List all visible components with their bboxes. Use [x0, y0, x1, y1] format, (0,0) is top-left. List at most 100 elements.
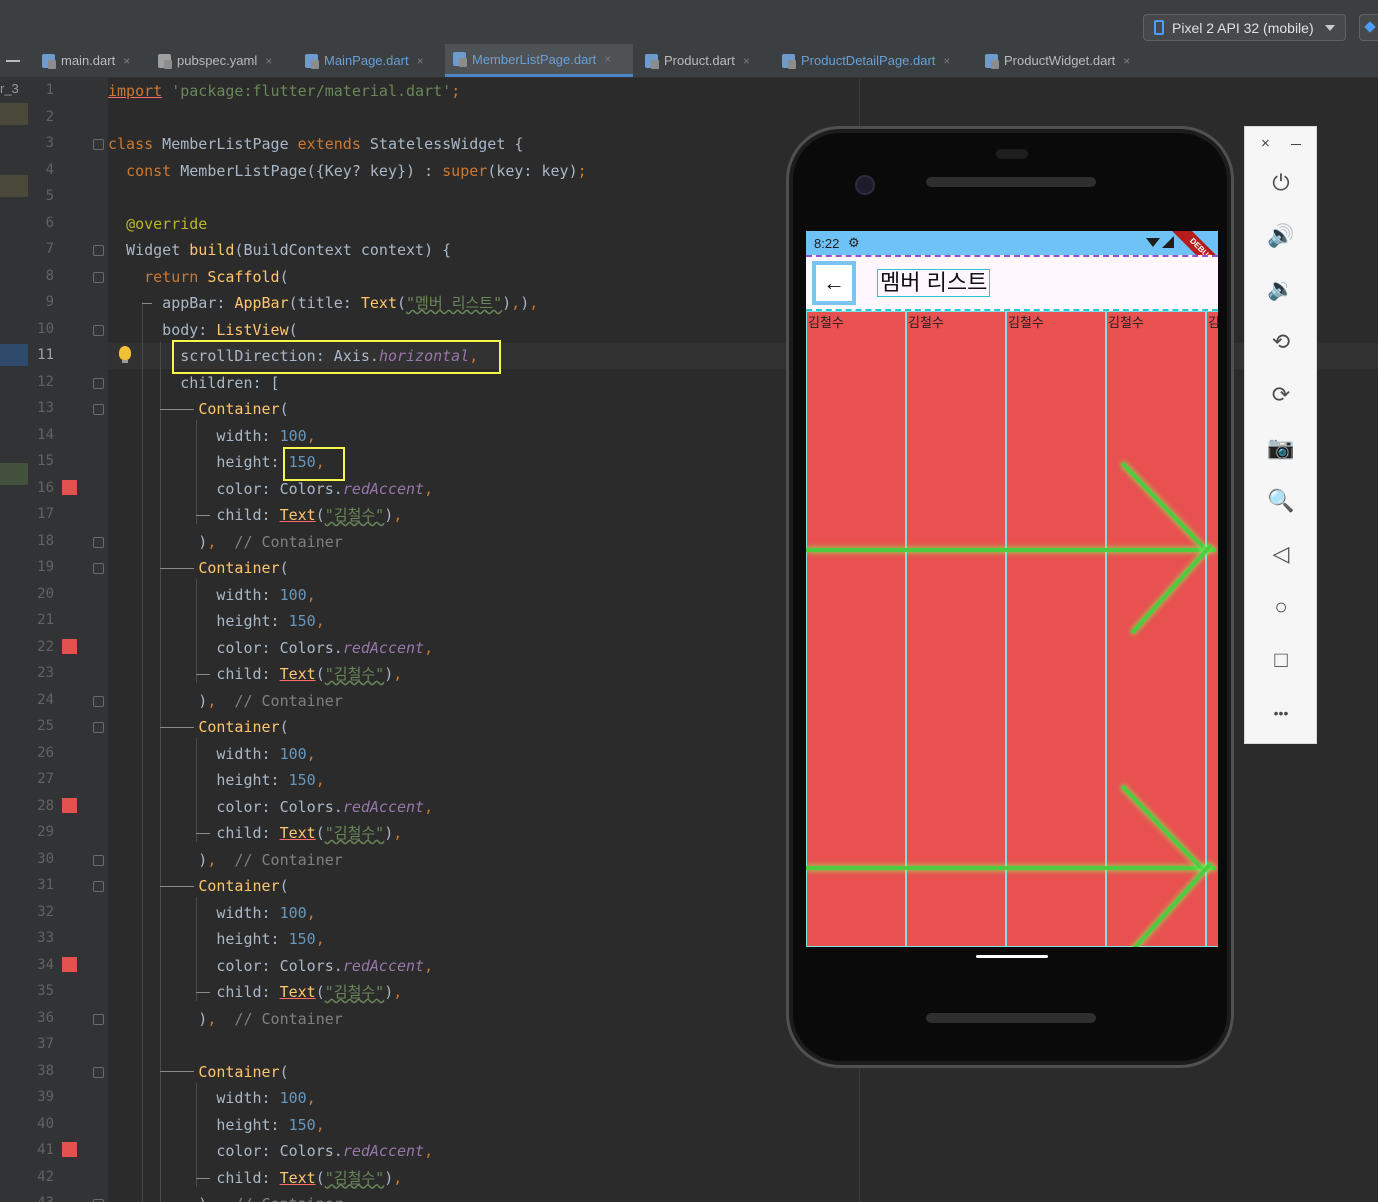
- fold-icon[interactable]: [93, 377, 104, 389]
- line-number[interactable]: 11: [30, 347, 54, 363]
- fold-icon[interactable]: [93, 245, 104, 256]
- code-line[interactable]: width: 100,: [108, 741, 315, 767]
- color-swatch-icon[interactable]: [62, 797, 77, 813]
- line-number[interactable]: 14: [30, 427, 54, 443]
- line-number[interactable]: 24: [30, 692, 54, 708]
- back-icon[interactable]: ◁: [1268, 541, 1294, 567]
- device-selector-dropdown[interactable]: Pixel 2 API 32 (mobile): [1143, 14, 1346, 41]
- line-number[interactable]: 35: [30, 983, 54, 999]
- fold-icon[interactable]: [93, 324, 104, 336]
- rotate-left-icon[interactable]: ⟲: [1268, 329, 1294, 355]
- line-number[interactable]: 39: [30, 1089, 54, 1105]
- line-number[interactable]: 16: [30, 480, 54, 496]
- code-line[interactable]: @override: [108, 211, 207, 237]
- color-swatch-icon[interactable]: [62, 1142, 77, 1157]
- close-icon[interactable]: ×: [417, 54, 424, 68]
- code-line[interactable]: ), // Container: [108, 529, 343, 555]
- line-number[interactable]: 20: [30, 586, 54, 602]
- tab-main-dart[interactable]: main.dart ×: [34, 44, 130, 77]
- code-line[interactable]: Container(: [108, 1059, 288, 1085]
- code-line[interactable]: ), // Container: [108, 1191, 343, 1202]
- code-line[interactable]: Container(: [108, 555, 288, 581]
- line-number[interactable]: 7: [30, 241, 54, 257]
- line-number[interactable]: 6: [30, 215, 54, 231]
- fold-icon[interactable]: [93, 1013, 104, 1025]
- fold-icon[interactable]: [93, 722, 104, 733]
- code-line[interactable]: child: Text("김철수"),: [108, 1165, 402, 1191]
- line-number[interactable]: 26: [30, 745, 54, 761]
- fold-icon[interactable]: [93, 881, 104, 892]
- line-number[interactable]: 32: [30, 904, 54, 920]
- line-number[interactable]: 3: [30, 135, 54, 151]
- code-line[interactable]: height: 150,: [108, 767, 324, 793]
- color-swatch-icon[interactable]: [62, 956, 77, 972]
- line-number[interactable]: 13: [30, 400, 54, 416]
- code-line[interactable]: width: 100,: [108, 1085, 315, 1111]
- line-number[interactable]: 43: [30, 1195, 54, 1202]
- tab-productdetailpage-dart[interactable]: ProductDetailPage.dart ×: [774, 44, 950, 77]
- line-number[interactable]: 12: [30, 374, 54, 390]
- home-icon[interactable]: ○: [1268, 594, 1294, 620]
- tab-pubspec-yaml[interactable]: pubspec.yaml ×: [150, 44, 272, 77]
- line-number[interactable]: 29: [30, 824, 54, 840]
- line-number[interactable]: 28: [30, 798, 54, 814]
- line-number[interactable]: 42: [30, 1169, 54, 1185]
- fold-icon[interactable]: [93, 563, 104, 574]
- fold-icon[interactable]: [93, 271, 104, 283]
- close-icon[interactable]: ×: [604, 52, 611, 66]
- line-number[interactable]: 27: [30, 771, 54, 787]
- gesture-nav-pill[interactable]: [976, 955, 1048, 958]
- line-number[interactable]: 5: [30, 188, 54, 204]
- line-number[interactable]: 9: [30, 294, 54, 310]
- line-number[interactable]: 36: [30, 1010, 54, 1026]
- line-number[interactable]: 41: [30, 1142, 54, 1158]
- flutter-action-button[interactable]: [1359, 14, 1378, 41]
- close-icon[interactable]: ×: [265, 54, 272, 68]
- code-line[interactable]: ), // Container: [108, 847, 343, 873]
- tab-mainpage-dart[interactable]: MainPage.dart ×: [297, 44, 424, 77]
- code-line[interactable]: height: 150,: [108, 608, 324, 634]
- line-number[interactable]: 40: [30, 1116, 54, 1132]
- camera-icon[interactable]: 📷: [1267, 435, 1294, 461]
- code-line[interactable]: appBar: AppBar(title: Text("멤버 리스트"),),: [108, 290, 538, 316]
- code-line[interactable]: child: Text("김철수"),: [108, 820, 402, 846]
- line-number[interactable]: 1: [30, 82, 54, 98]
- line-number[interactable]: 34: [30, 957, 54, 973]
- code-line[interactable]: color: Colors.redAccent,: [108, 635, 433, 661]
- back-arrow-icon[interactable]: ←: [812, 261, 856, 305]
- code-line[interactable]: Widget build(BuildContext context) {: [108, 237, 451, 263]
- color-swatch-icon[interactable]: [62, 479, 77, 495]
- code-line[interactable]: child: Text("김철수"),: [108, 979, 402, 1005]
- code-line[interactable]: ), // Container: [108, 1006, 343, 1032]
- volume-down-icon[interactable]: 🔉: [1267, 276, 1294, 302]
- line-number[interactable]: 15: [30, 453, 54, 469]
- volume-up-icon[interactable]: 🔊: [1267, 223, 1294, 249]
- tab-product-dart[interactable]: Product.dart ×: [637, 44, 750, 77]
- line-number[interactable]: 38: [30, 1063, 54, 1079]
- line-number[interactable]: 30: [30, 851, 54, 867]
- code-line[interactable]: width: 100,: [108, 900, 315, 926]
- close-icon[interactable]: ×: [743, 54, 750, 68]
- line-number[interactable]: 21: [30, 612, 54, 628]
- line-number[interactable]: 23: [30, 665, 54, 681]
- line-number[interactable]: 25: [30, 718, 54, 734]
- more-icon[interactable]: •••: [1268, 700, 1294, 726]
- zoom-icon[interactable]: 🔍: [1267, 488, 1294, 514]
- power-icon[interactable]: ⏻: [1268, 170, 1294, 196]
- line-number[interactable]: 18: [30, 533, 54, 549]
- code-line[interactable]: ), // Container: [108, 688, 343, 714]
- line-number[interactable]: 2: [30, 109, 54, 125]
- code-line[interactable]: child: Text("김철수"),: [108, 502, 402, 528]
- code-line[interactable]: color: Colors.redAccent,: [108, 953, 433, 979]
- code-line[interactable]: Container(: [108, 714, 288, 740]
- code-line[interactable]: const MemberListPage({Key? key}) : super…: [108, 158, 587, 184]
- minimize-icon[interactable]: [1291, 144, 1301, 145]
- tab-memberlistpage-dart[interactable]: MemberListPage.dart ×: [445, 44, 633, 77]
- emulator-screen[interactable]: 8:22 ⚙ DEBUG ← 멤버 리스트 김철수 김철수 김철수 김철수 김: [806, 231, 1218, 947]
- code-line[interactable]: Container(: [108, 396, 288, 422]
- minimize-panel-icon[interactable]: [6, 60, 20, 62]
- code-line[interactable]: height: 150,: [108, 1112, 324, 1138]
- line-number[interactable]: 31: [30, 877, 54, 893]
- close-icon[interactable]: ×: [123, 54, 130, 68]
- code-line[interactable]: child: Text("김철수"),: [108, 661, 402, 687]
